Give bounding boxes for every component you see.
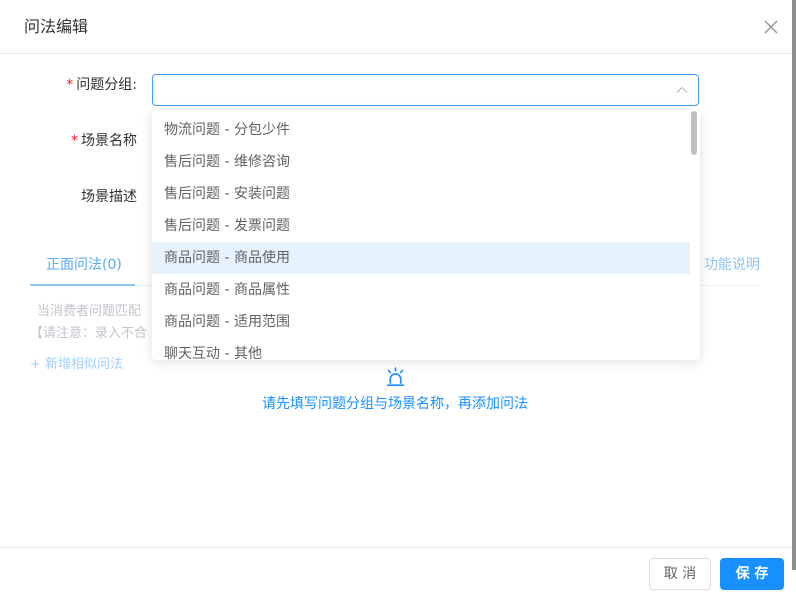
scene-desc-label-text: 场景描述 <box>81 189 137 205</box>
save-button[interactable]: 保 存 <box>720 558 784 590</box>
dropdown-option[interactable]: 商品问题 - 商品使用 <box>152 242 690 274</box>
required-mark: * <box>66 77 74 93</box>
group-dropdown: 物流问题 - 分包少件 售后问题 - 维修咨询 售后问题 - 安装问题 售后问题… <box>152 110 700 360</box>
alarm-icon <box>386 367 405 387</box>
tip-line-1: 当消费者问题匹配 <box>37 304 142 319</box>
empty-state-message: 请先填写问题分组与场景名称，再添加问法 <box>262 396 528 412</box>
scene-name-label: * 场景名称 <box>20 131 137 151</box>
page-scrollbar[interactable] <box>792 0 796 570</box>
close-icon[interactable] <box>763 19 779 35</box>
group-select-input[interactable] <box>163 75 663 105</box>
dropdown-option-list: 物流问题 - 分包少件 售后问题 - 维修咨询 售后问题 - 安装问题 售后问题… <box>152 114 690 360</box>
dropdown-option[interactable]: 聊天互动 - 其他 <box>152 338 690 360</box>
group-select[interactable] <box>152 74 699 106</box>
add-similar-question-link[interactable]: + 新增相似问法 <box>30 355 123 375</box>
tab-active-indicator <box>30 284 135 286</box>
dropdown-option[interactable]: 物流问题 - 分包少件 <box>152 114 690 146</box>
tab-positive-questions[interactable]: 正面问法(0) <box>46 255 122 275</box>
scene-desc-label: 场景描述 <box>20 187 137 207</box>
dropdown-option[interactable]: 售后问题 - 维修咨询 <box>152 146 690 178</box>
dialog-header <box>0 0 796 54</box>
tip-line-2: 【请注意：录入不合 <box>30 326 148 341</box>
dropdown-option[interactable]: 售后问题 - 发票问题 <box>152 210 690 242</box>
dropdown-option[interactable]: 商品问题 - 商品属性 <box>152 274 690 306</box>
chevron-up-icon[interactable] <box>675 85 689 95</box>
scene-name-label-text: 场景名称 <box>81 133 137 149</box>
cancel-button[interactable]: 取 消 <box>649 558 711 590</box>
dropdown-option[interactable]: 商品问题 - 适用范围 <box>152 306 690 338</box>
help-link[interactable]: 功能说明 <box>704 255 760 275</box>
dropdown-scrollbar[interactable] <box>691 111 697 155</box>
group-label: * 问题分组: <box>20 75 137 95</box>
required-mark: * <box>71 133 78 149</box>
dialog-title: 问法编辑 <box>24 17 89 36</box>
footer-divider <box>0 547 796 548</box>
group-label-text: 问题分组: <box>76 77 137 93</box>
dropdown-option[interactable]: 售后问题 - 安装问题 <box>152 178 690 210</box>
